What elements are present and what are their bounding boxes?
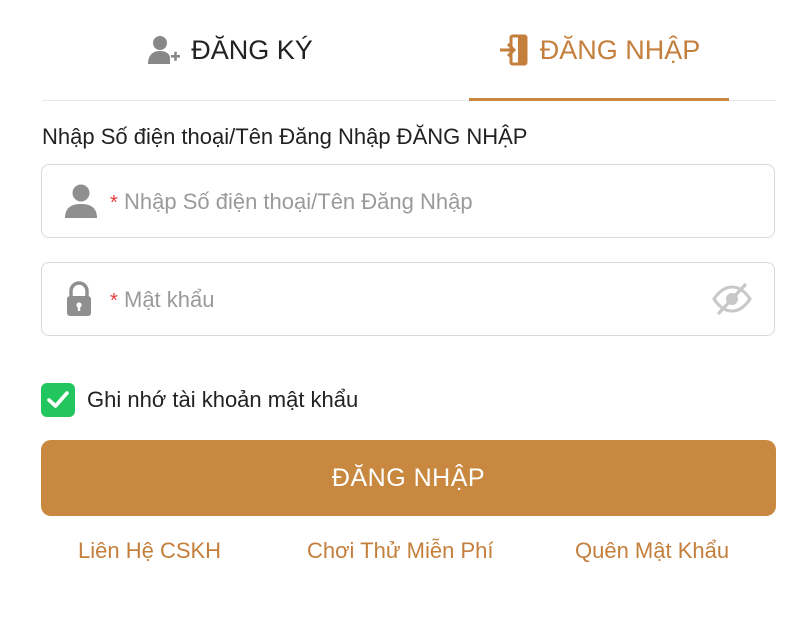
auth-tabs: ĐĂNG KÝ ĐĂNG NHẬP <box>42 0 776 101</box>
forgot-password-link[interactable]: Quên Mật Khẩu <box>575 538 729 564</box>
tab-register-label: ĐĂNG KÝ <box>191 34 313 65</box>
password-field[interactable]: * <box>41 262 775 336</box>
required-mark: * <box>110 192 118 214</box>
free-trial-link[interactable]: Chơi Thử Miễn Phí <box>307 538 493 564</box>
login-door-icon <box>499 34 528 66</box>
remember-checkbox[interactable] <box>41 383 75 417</box>
username-field[interactable]: * <box>41 164 775 238</box>
footer-links: Liên Hệ CSKH Chơi Thử Miễn Phí Quên Mật … <box>0 538 810 568</box>
remember-label: Ghi nhớ tài khoản mật khẩu <box>87 387 359 412</box>
checkmark-icon <box>47 391 69 408</box>
tab-register[interactable]: ĐĂNG KÝ <box>90 0 370 100</box>
tab-login[interactable]: ĐĂNG NHẬP <box>469 0 729 101</box>
required-mark: * <box>110 290 118 312</box>
tab-login-label: ĐĂNG NHẬP <box>539 34 701 65</box>
remember-me[interactable]: Ghi nhớ tài khoản mật khẩu <box>41 383 358 417</box>
password-input[interactable] <box>122 277 706 323</box>
support-link[interactable]: Liên Hệ CSKH <box>78 538 221 564</box>
username-input[interactable] <box>122 179 706 225</box>
login-button[interactable]: ĐĂNG NHẬP <box>41 440 776 516</box>
username-field-label: Nhập Số điện thoại/Tên Đăng Nhập ĐĂNG NH… <box>42 124 528 149</box>
user-icon <box>65 184 97 218</box>
lock-icon <box>67 281 91 316</box>
user-add-icon <box>148 36 181 64</box>
eye-off-icon[interactable] <box>712 282 752 316</box>
